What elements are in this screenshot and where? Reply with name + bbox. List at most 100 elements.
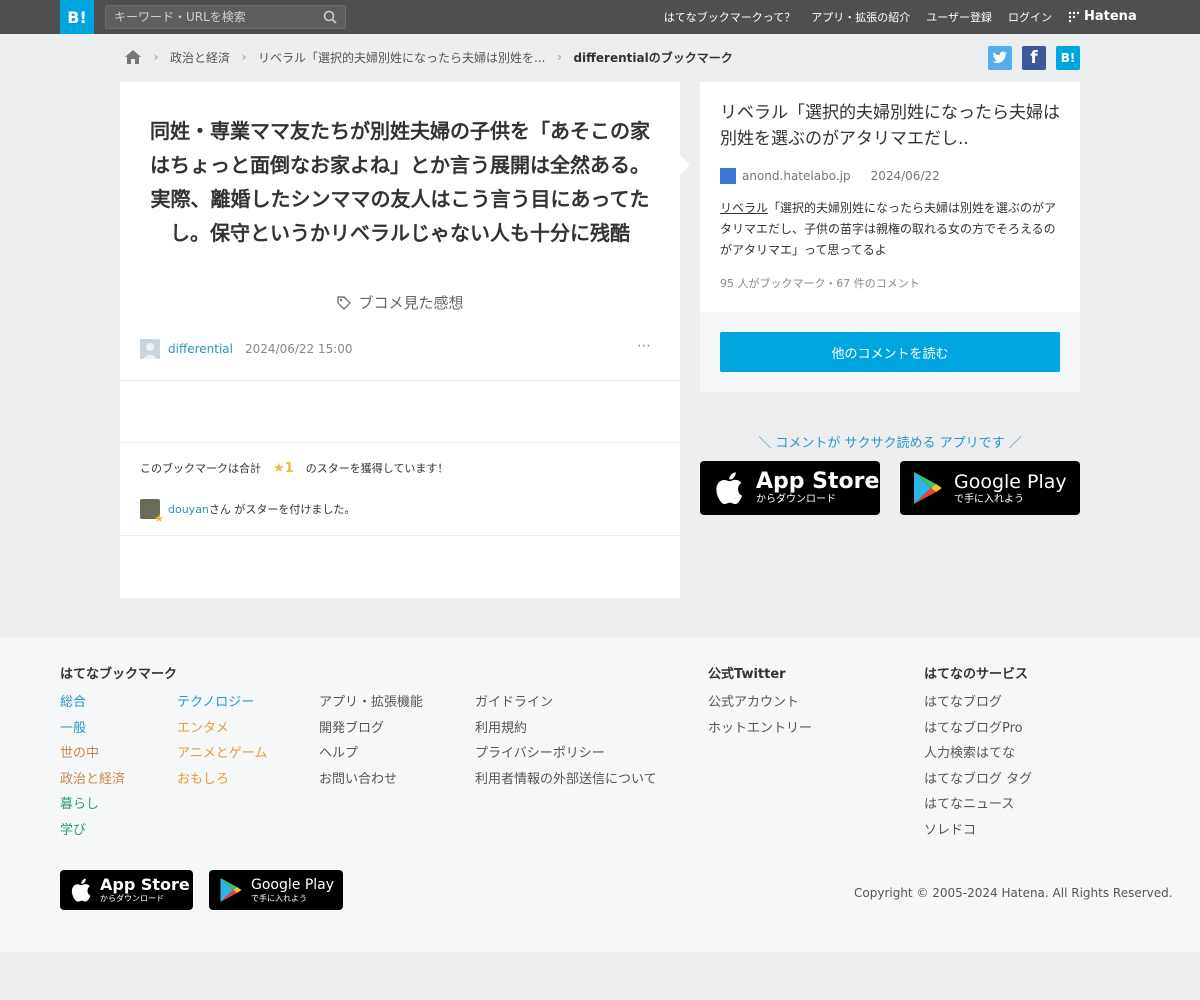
bookmark-timestamp[interactable]: 2024/06/22 15:00 [245, 342, 353, 356]
google-play-sub: で手に入れよう [954, 494, 1024, 505]
footer-category-general[interactable]: 一般 [60, 716, 125, 742]
apple-icon [71, 878, 91, 902]
star-giver-row: ★ douyan さん がスターを付けました。 [140, 499, 356, 525]
footer-link-blog-tag[interactable]: はてなブログ タグ [924, 767, 1032, 793]
entry-summary: リベラル「選択的夫婦別姓になったら夫婦は別姓を選ぶのがアタリマエだし、子供の苗字… [720, 198, 1065, 261]
app-store-sub: からダウンロード [756, 494, 836, 505]
search-input[interactable] [106, 6, 345, 28]
global-nav: はてなブックマークって？ アプリ・拡張の紹介 ユーザー登録 ログイン [664, 0, 1052, 34]
bookmark-comment: 同姓・専業ママ友たちが別姓夫婦の子供を「あそこの家はちょっと面倒なお家よね」とか… [150, 119, 650, 245]
hatena-share-button[interactable]: B! [1056, 46, 1080, 70]
nav-apps[interactable]: アプリ・拡張の紹介 [811, 9, 910, 25]
star-giver-suffix: さん がスターを付けました。 [208, 503, 356, 516]
footer-link-apps[interactable]: アプリ・拡張機能 [319, 690, 423, 716]
footer-link-hotentry[interactable]: ホットエントリー [708, 716, 812, 742]
footer-category-life[interactable]: 暮らし [60, 792, 125, 818]
search-box[interactable] [105, 5, 346, 29]
tag-icon [337, 295, 352, 310]
footer-category-fun[interactable]: おもしろ [177, 767, 267, 793]
footer-link-hatena-news[interactable]: はてなニュース [924, 792, 1032, 818]
divider [120, 442, 680, 443]
google-play-icon [914, 472, 942, 504]
star-count: ★1 [273, 460, 294, 476]
chevron-right-icon: › [557, 50, 562, 64]
footer-twitter-links: 公式アカウント ホットエントリー [708, 690, 812, 741]
more-options-icon[interactable]: ⋯ [637, 338, 652, 354]
footer-link-hatenablog[interactable]: はてなブログ [924, 690, 1032, 716]
copyright: Copyright © 2005-2024 Hatena. All Rights… [854, 886, 1173, 900]
facebook-share-button[interactable]: f [1022, 46, 1046, 70]
star-summary-prefix: このブックマークは合計 [140, 462, 261, 475]
nav-about[interactable]: はてなブックマークって？ [664, 9, 795, 25]
footer-services-links: はてなブログ はてなブログPro 人力検索はてな はてなブログ タグ はてなニュ… [924, 690, 1032, 844]
app-promo-text: ＼ コメントが サクサク読める アプリです ／ [758, 436, 1022, 451]
read-comments-button[interactable]: 他のコメントを読む [720, 332, 1060, 372]
entry-counts: 95 人がブックマーク・67 件のコメント [720, 277, 920, 290]
footer-category-entertainment[interactable]: エンタメ [177, 716, 267, 742]
footer-links-b: ガイドライン 利用規約 プライバシーポリシー 利用者情報の外部送信について [475, 690, 657, 792]
search-icon[interactable] [323, 10, 337, 24]
footer-link-terms[interactable]: 利用規約 [475, 716, 657, 742]
google-play-button[interactable]: Google Play で手に入れよう [900, 461, 1080, 515]
footer-category-all[interactable]: 総合 [60, 690, 125, 716]
footer-app-store-button[interactable]: App Store からダウンロード [60, 870, 193, 910]
entry-domain[interactable]: anond.hatelabo.jp [742, 169, 851, 183]
google-play-icon [220, 878, 242, 902]
footer-link-external-transmission[interactable]: 利用者情報の外部送信について [475, 767, 657, 793]
footer-link-official-account[interactable]: 公式アカウント [708, 690, 812, 716]
entry-summary-text: 「選択的夫婦別姓になったら夫婦は別姓を選ぶのがアタリマエだし、子供の苗字は親権の… [720, 201, 1057, 257]
apple-icon [716, 472, 743, 505]
breadcrumb-entry[interactable]: リベラル「選択的夫婦別姓になったら夫婦は別姓を... [258, 49, 545, 66]
footer-categories-left: 総合 一般 世の中 政治と経済 暮らし 学び [60, 690, 125, 844]
footer-google-play-sub: で手に入れよう [251, 894, 307, 903]
footer-category-social[interactable]: 世の中 [60, 741, 125, 767]
entry-date: 2024/06/22 [870, 169, 940, 183]
user-silhouette-icon [143, 343, 157, 359]
app-store-button[interactable]: App Store からダウンロード [700, 461, 880, 515]
footer-link-hatenablog-pro[interactable]: はてなブログPro [924, 716, 1032, 742]
footer-link-soredoko[interactable]: ソレドコ [924, 818, 1032, 844]
footer-links-a: アプリ・拡張機能 開発ブログ ヘルプ お問い合わせ [319, 690, 423, 792]
nav-register[interactable]: ユーザー登録 [926, 9, 992, 25]
nav-login[interactable]: ログイン [1008, 9, 1052, 25]
google-play-label: Google Play [954, 471, 1067, 493]
bookmark-tag[interactable]: ブコメ見た感想 [120, 292, 680, 313]
home-icon[interactable] [124, 49, 142, 65]
hatena-dots-icon [1068, 11, 1080, 22]
twitter-share-button[interactable] [988, 46, 1012, 70]
twitter-icon [992, 51, 1007, 64]
bookmark-user-row: differential 2024/06/22 15:00 ⋯ [140, 338, 660, 360]
breadcrumb-category[interactable]: 政治と経済 [170, 49, 230, 66]
footer-google-play-button[interactable]: Google Play で手に入れよう [209, 870, 343, 910]
footer-link-guideline[interactable]: ガイドライン [475, 690, 657, 716]
avatar[interactable]: ★ [140, 499, 164, 525]
star-summary-suffix: のスターを獲得しています！ [305, 462, 449, 475]
star-giver-link[interactable]: douyan [168, 503, 209, 516]
entry-summary-tag[interactable]: リベラル [720, 201, 768, 215]
footer-heading-bookmark: はてなブックマーク [60, 667, 178, 682]
footer-link-jinriki[interactable]: 人力検索はてな [924, 741, 1032, 767]
user-name-link[interactable]: differential [168, 342, 233, 356]
breadcrumb: › 政治と経済 › リベラル「選択的夫婦別姓になったら夫婦は別姓を... › d… [124, 45, 733, 69]
hatena-bookmark-logo[interactable]: B! [60, 0, 94, 34]
hatena-brand-text: Hatena [1084, 9, 1137, 24]
chevron-right-icon: › [241, 50, 247, 64]
share-buttons: f B! [988, 46, 1080, 70]
footer-category-it[interactable]: テクノロジー [177, 690, 267, 716]
footer-link-devblog[interactable]: 開発ブログ [319, 716, 423, 742]
hatena-brand-link[interactable]: Hatena [1068, 9, 1137, 24]
footer-link-privacy[interactable]: プライバシーポリシー [475, 741, 657, 767]
avatar[interactable] [140, 339, 160, 359]
footer-category-game[interactable]: アニメとゲーム [177, 741, 267, 767]
footer-category-knowledge[interactable]: 学び [60, 818, 125, 844]
star-icon: ★ [154, 512, 164, 525]
footer-category-politics[interactable]: 政治と経済 [60, 767, 125, 793]
footer-heading-twitter: 公式Twitter [708, 667, 786, 682]
entry-title-link[interactable]: リベラル「選択的夫婦別姓になったら夫婦は別姓を選ぶのがアタリマエだし.. [720, 100, 1065, 152]
footer-link-help[interactable]: ヘルプ [319, 741, 423, 767]
global-header: B! はてなブックマークって？ アプリ・拡張の紹介 ユーザー登録 ログイン Ha… [0, 0, 1200, 34]
footer-categories-right: テクノロジー エンタメ アニメとゲーム おもしろ [177, 690, 267, 792]
hatena-icon: B! [1060, 51, 1076, 65]
tag-label: ブコメ見た感想 [358, 294, 464, 312]
footer-link-contact[interactable]: お問い合わせ [319, 767, 423, 793]
